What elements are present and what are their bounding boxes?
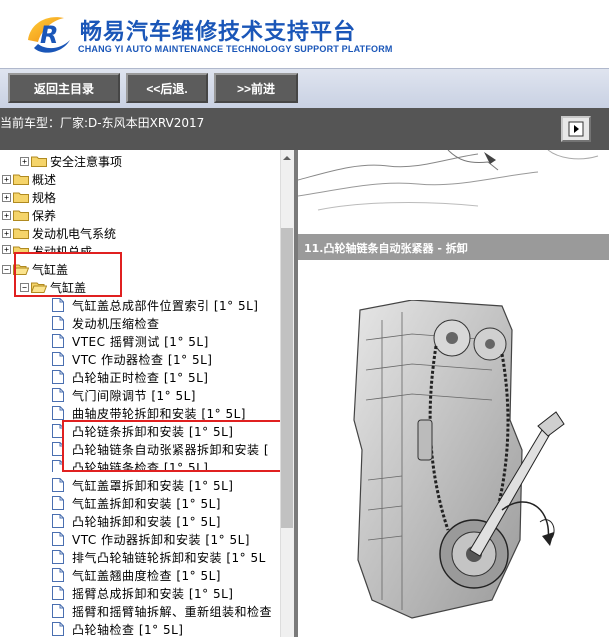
app-window: R 畅易汽车维修技术支持平台 CHANG YI AUTO MAINTENANCE… [0, 0, 609, 637]
engine-diagram [353, 300, 565, 619]
document-icon [52, 622, 64, 636]
folder-icon [31, 156, 47, 167]
document-icon [52, 550, 64, 564]
tree-leaf[interactable]: 发动机压缩检查 [52, 314, 160, 332]
navigation-tree: + 安全注意事项 + 概述 + 规格 + 保养 + 发动机电气系统 + 发动机总… [0, 150, 280, 637]
document-icon [52, 370, 64, 384]
document-icon [52, 604, 64, 618]
document-icon [52, 406, 64, 420]
brand-logo: R [28, 17, 70, 53]
nav-toolbar: 返回主目录 <<后退. >>前进 [0, 68, 609, 108]
tree-node-label: 发动机电气系统 [32, 226, 117, 241]
tree-leaf[interactable]: 气缸盖翘曲度检查 [1° 5L] [52, 566, 221, 584]
tree-leaf[interactable]: 凸轮轴拆卸和安装 [1° 5L] [52, 512, 221, 530]
tree-node-label: 规格 [32, 190, 57, 205]
document-icon [52, 496, 64, 510]
collapse-toggle[interactable]: − [2, 264, 11, 274]
tree-leaf[interactable]: 气门间隙调节 [1° 5L] [52, 386, 196, 404]
document-icon [52, 334, 64, 348]
expand-toggle[interactable]: + [2, 245, 11, 254]
folder-icon [13, 210, 29, 221]
scrollbar-thumb[interactable] [281, 228, 293, 528]
folder-icon [13, 228, 29, 239]
expand-panel-button[interactable] [561, 116, 591, 142]
document-icon [52, 298, 64, 312]
current-vehicle-label: 当前车型：厂家:D-东风本田XRV2017 [0, 116, 205, 130]
content-pane: 11.凸轮轴链条自动张紧器 - 拆卸 [298, 150, 609, 637]
arrow-right-icon [568, 121, 584, 137]
folder-icon [13, 192, 29, 203]
highlight-box [62, 420, 300, 472]
scroll-up-arrow-icon[interactable] [281, 152, 293, 164]
tree-leaf[interactable]: VTC 作动器拆卸和安装 [1° 5L] [52, 530, 250, 548]
tree-node-label: 概述 [32, 172, 57, 187]
expand-toggle[interactable]: + [20, 156, 29, 166]
tree-node-safety[interactable]: + 安全注意事项 [20, 152, 122, 170]
section-header: 11.凸轮轴链条自动张紧器 - 拆卸 [298, 234, 609, 260]
document-icon [52, 568, 64, 582]
tree-leaf[interactable]: 排气凸轮轴链轮拆卸和安装 [1° 5L [52, 548, 266, 566]
header: R 畅易汽车维修技术支持平台 CHANG YI AUTO MAINTENANCE… [0, 0, 609, 68]
document-icon [52, 532, 64, 546]
tree-leaf[interactable]: 气缸盖拆卸和安装 [1° 5L] [52, 494, 221, 512]
expand-toggle[interactable]: + [2, 174, 11, 184]
forward-button[interactable]: >>前进 [214, 73, 298, 103]
document-icon [52, 316, 64, 330]
tree-leaf[interactable]: 凸轮轴正时检查 [1° 5L] [52, 368, 208, 386]
tree-node-label: 保养 [32, 208, 57, 223]
folder-icon [13, 174, 29, 185]
tree-leaf[interactable]: 气缸盖总成部件位置索引 [1° 5L] [52, 296, 258, 314]
expand-toggle[interactable]: + [2, 210, 11, 220]
platform-subtitle: CHANG YI AUTO MAINTENANCE TECHNOLOGY SUP… [78, 44, 393, 54]
previous-step-diagram [298, 150, 599, 211]
tree-node-specs[interactable]: + 规格 [2, 188, 56, 206]
tree-leaf[interactable]: 摇臂和摇臂轴拆解、重新组装和检查 [52, 602, 272, 620]
platform-title: 畅易汽车维修技术支持平台 [80, 20, 357, 45]
home-button[interactable]: 返回主目录 [8, 73, 120, 103]
tree-node-maintenance[interactable]: + 保养 [2, 206, 56, 224]
tree-leaf[interactable]: VTEC 摇臂测试 [1° 5L] [52, 332, 209, 350]
svg-text:R: R [40, 21, 58, 49]
tree-node-engine-electrical[interactable]: + 发动机电气系统 [2, 224, 116, 242]
document-icon [52, 514, 64, 528]
tree-leaf[interactable]: 凸轮轴检查 [1° 5L] [52, 620, 183, 637]
document-icon [52, 388, 64, 402]
document-icon [52, 478, 64, 492]
tree-node-overview[interactable]: + 概述 [2, 170, 56, 188]
document-icon [52, 352, 64, 366]
vehicle-bar: 当前车型：厂家:D-东风本田XRV2017 [0, 108, 609, 150]
back-button[interactable]: <<后退. [126, 73, 208, 103]
section-title: 11.凸轮轴链条自动张紧器 - 拆卸 [304, 242, 468, 255]
tree-leaf[interactable]: 摇臂总成拆卸和安装 [1° 5L] [52, 584, 233, 602]
tree-leaf[interactable]: 气缸盖罩拆卸和安装 [1° 5L] [52, 476, 233, 494]
expand-toggle[interactable]: + [2, 228, 11, 238]
document-icon [52, 586, 64, 600]
tree-leaf[interactable]: VTC 作动器检查 [1° 5L] [52, 350, 212, 368]
expand-toggle[interactable]: + [2, 192, 11, 202]
tree-node-label: 安全注意事项 [50, 154, 123, 169]
highlight-box [14, 252, 122, 297]
